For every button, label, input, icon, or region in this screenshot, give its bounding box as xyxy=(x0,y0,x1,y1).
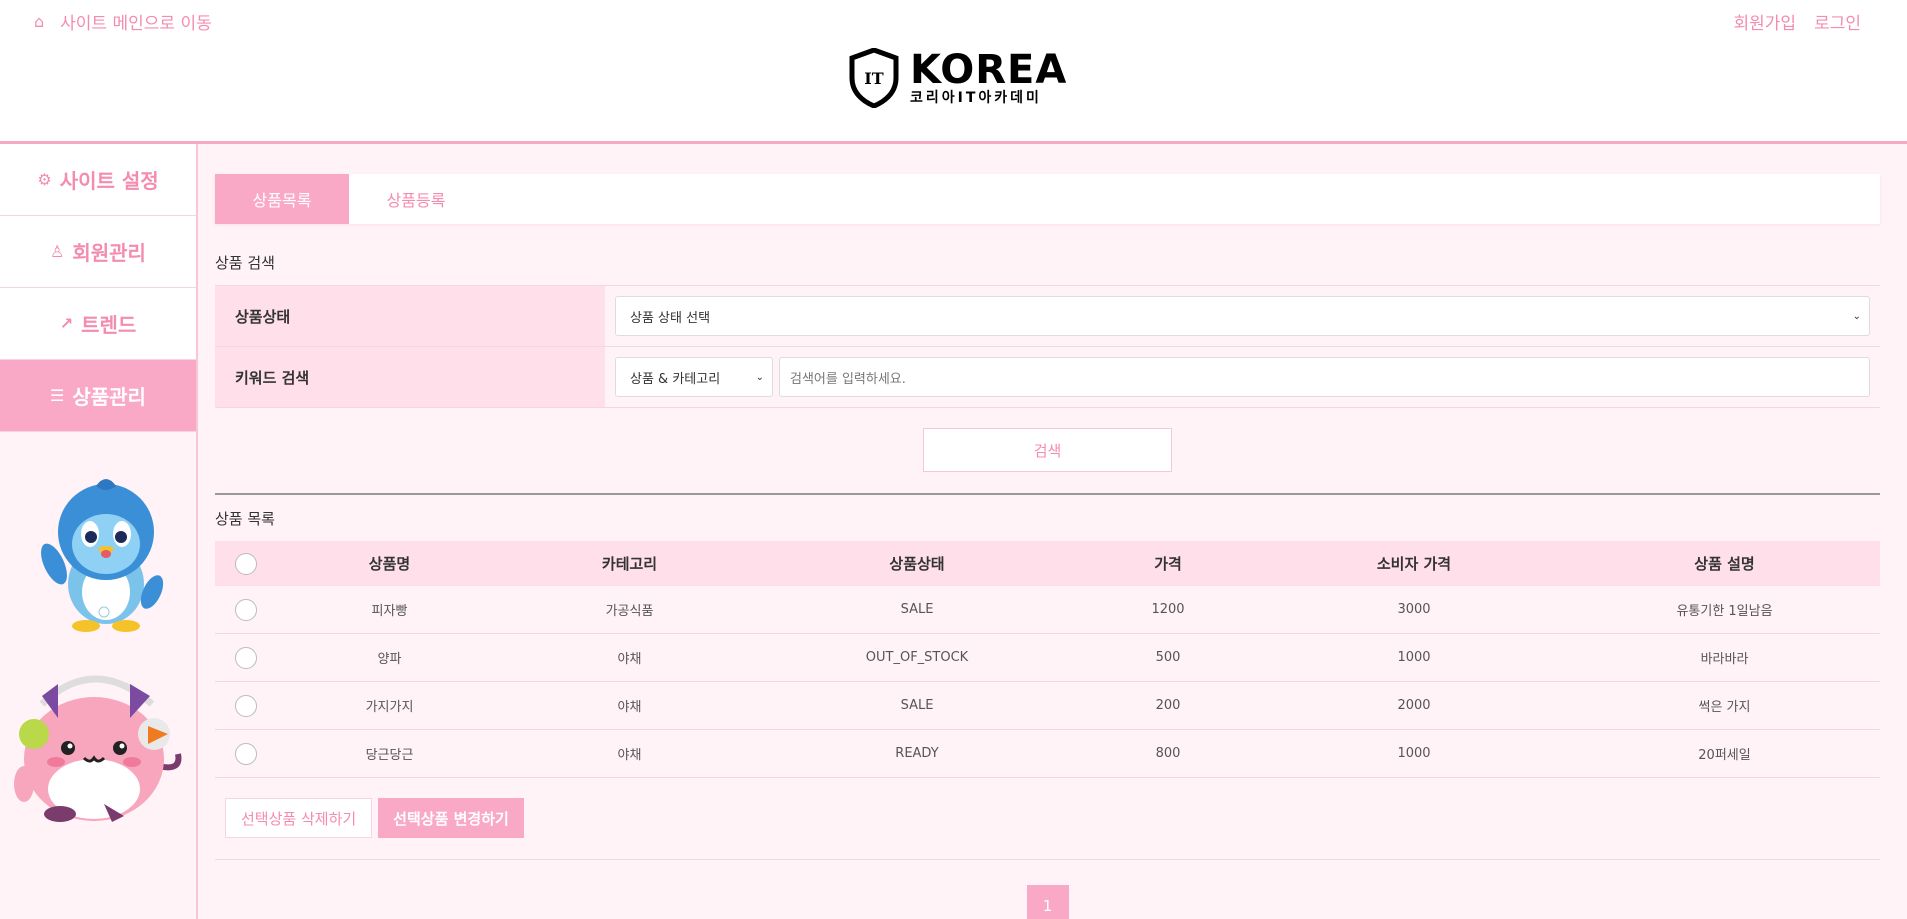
keyword-search-input[interactable]: 검색어를 입력하세요. xyxy=(779,357,1870,397)
row-select-radio[interactable] xyxy=(235,694,257,717)
cell-category: 가공식품 xyxy=(605,604,654,619)
tab-product-register[interactable]: 상품등록 xyxy=(349,174,483,224)
row-select-radio[interactable] xyxy=(235,598,257,621)
table-row[interactable]: 당근당근 야채 READY 800 1000 20퍼세일 xyxy=(215,730,1880,778)
sidebar-item-members[interactable]: ♙ 회원관리 xyxy=(0,216,196,288)
logo-badge: IT xyxy=(864,69,883,88)
table-row[interactable]: 피자빵 가공식품 SALE 1200 3000 유통기한 1일남음 xyxy=(215,586,1880,634)
table-actions: 선택상품 삭제하기 선택상품 변경하기 xyxy=(215,798,1880,860)
trend-icon: ↗ xyxy=(59,314,74,333)
cell-consumer-price: 1000 xyxy=(1397,650,1431,665)
user-icon: ♙ xyxy=(50,242,65,261)
keyword-row: 키워드 검색 상품 & 카테고리 ⌄ 검색어를 입력하세요. xyxy=(215,347,1880,408)
cell-consumer-price: 3000 xyxy=(1397,602,1431,617)
chevron-down-icon: ⌄ xyxy=(1852,310,1861,322)
select-all-radio[interactable] xyxy=(235,552,257,575)
delete-selected-button[interactable]: 선택상품 삭제하기 xyxy=(225,798,373,838)
column-header: 상품상태 xyxy=(889,555,945,573)
row-select-radio[interactable] xyxy=(235,742,257,765)
column-header: 소비자 가격 xyxy=(1376,555,1452,573)
cell-price: 200 xyxy=(1155,698,1181,713)
cell-status: OUT_OF_STOCK xyxy=(865,650,969,665)
product-table: 상품명 카테고리 상품상태 가격 소비자 가격 상품 설명 피자빵 가공식품 S… xyxy=(215,541,1880,778)
keyword-type-value: 상품 & 카테고리 xyxy=(630,371,721,387)
sidebar-item-site-settings[interactable]: ⚙ 사이트 설정 xyxy=(0,144,196,216)
status-row: 상품상태 상품 상태 선택 ⌄ xyxy=(215,286,1880,347)
column-header: 상품명 xyxy=(368,555,411,573)
product-list-title: 상품 목록 xyxy=(215,510,275,528)
search-button[interactable]: 검색 xyxy=(923,428,1172,472)
keyword-placeholder: 검색어를 입력하세요. xyxy=(790,371,906,387)
sidebar-item-label: 트렌드 xyxy=(81,313,137,337)
keyword-label: 키워드 검색 xyxy=(215,347,605,407)
login-link[interactable]: 로그인 xyxy=(1814,9,1861,34)
cell-price: 800 xyxy=(1155,746,1181,761)
divider xyxy=(215,493,1880,495)
pagination: 1 xyxy=(215,885,1880,919)
signup-link[interactable]: 회원가입 xyxy=(1734,9,1797,34)
table-row[interactable]: 가지가지 야채 SALE 200 2000 썩은 가지 xyxy=(215,682,1880,730)
cell-category: 야채 xyxy=(617,700,642,715)
keyword-field: 상품 & 카테고리 ⌄ 검색어를 입력하세요. xyxy=(605,347,1880,407)
cell-price: 500 xyxy=(1155,650,1181,665)
logo-main: KOREA xyxy=(910,47,1068,93)
row-select-radio[interactable] xyxy=(235,646,257,669)
home-link[interactable]: ⌂ 사이트 메인으로 이동 xyxy=(34,9,212,34)
cell-status: READY xyxy=(895,746,939,761)
status-label: 상품상태 xyxy=(215,286,605,346)
cell-category: 야채 xyxy=(617,748,642,763)
home-link-label: 사이트 메인으로 이동 xyxy=(60,14,212,34)
tab-product-list[interactable]: 상품목록 xyxy=(215,174,349,224)
cell-description: 바라바라 xyxy=(1700,652,1749,667)
status-select[interactable]: 상품 상태 선택 ⌄ xyxy=(615,296,1870,336)
page-1-button[interactable]: 1 xyxy=(1026,885,1069,919)
column-header: 상품 설명 xyxy=(1694,555,1755,573)
cell-consumer-price: 2000 xyxy=(1397,698,1431,713)
table-header: 상품명 카테고리 상품상태 가격 소비자 가격 상품 설명 xyxy=(215,541,1880,586)
cell-category: 야채 xyxy=(617,652,642,667)
cell-description: 20퍼세일 xyxy=(1698,748,1751,763)
change-selected-button[interactable]: 선택상품 변경하기 xyxy=(378,798,524,838)
sidebar-item-trend[interactable]: ↗ 트렌드 xyxy=(0,288,196,360)
search-form: 상품상태 상품 상태 선택 ⌄ 키워드 검색 상품 & 카테고리 ⌄ 검색어를 … xyxy=(215,285,1880,408)
cell-description: 썩은 가지 xyxy=(1698,700,1751,715)
auth-links: 회원가입 로그인 xyxy=(1734,9,1861,34)
logo[interactable]: IT KOREA 코리아IT아카데미 xyxy=(848,48,1067,108)
header: ⌂ 사이트 메인으로 이동 회원가입 로그인 IT KOREA 코리아IT아카데… xyxy=(0,0,1907,144)
cell-name: 가지가지 xyxy=(365,700,414,715)
cell-status: SALE xyxy=(900,602,934,617)
table-row[interactable]: 양파 야채 OUT_OF_STOCK 500 1000 바라바라 xyxy=(215,634,1880,682)
sidebar: ⚙ 사이트 설정 ♙ 회원관리 ↗ 트렌드 ☰ 상품관리 xyxy=(0,144,198,919)
cell-name: 피자빵 xyxy=(371,604,408,619)
tab-bar: 상품목록 상품등록 xyxy=(215,174,1880,224)
sidebar-item-label: 회원관리 xyxy=(72,241,146,265)
column-header: 카테고리 xyxy=(601,555,658,573)
cell-consumer-price: 1000 xyxy=(1397,746,1431,761)
sidebar-item-label: 상품관리 xyxy=(72,385,146,409)
sidebar-item-label: 사이트 설정 xyxy=(59,169,159,193)
cell-status: SALE xyxy=(900,698,934,713)
logo-sub: 코리아IT아카데미 xyxy=(910,90,1042,106)
status-select-value: 상품 상태 선택 xyxy=(630,310,711,326)
gear-icon: ⚙ xyxy=(37,170,52,189)
main-content: 상품목록 상품등록 상품 검색 상품상태 상품 상태 선택 ⌄ 키워드 검색 상… xyxy=(215,174,1880,919)
status-field: 상품 상태 선택 ⌄ xyxy=(605,286,1880,346)
shield-logo-icon: IT xyxy=(849,48,899,108)
column-header: 가격 xyxy=(1154,555,1182,573)
cell-description: 유통기한 1일남음 xyxy=(1676,604,1773,619)
pink-monster-mascot-image xyxy=(14,675,182,822)
cell-name: 양파 xyxy=(377,652,402,667)
search-section-title: 상품 검색 xyxy=(215,254,275,272)
list-icon: ☰ xyxy=(50,386,65,405)
home-icon: ⌂ xyxy=(34,12,45,31)
penguin-mascot-image xyxy=(41,479,164,632)
cell-price: 1200 xyxy=(1151,602,1185,617)
chevron-down-icon: ⌄ xyxy=(755,371,764,383)
keyword-type-select[interactable]: 상품 & 카테고리 ⌄ xyxy=(615,357,773,397)
cell-name: 당근당근 xyxy=(365,748,414,763)
sidebar-item-products[interactable]: ☰ 상품관리 xyxy=(0,360,196,432)
